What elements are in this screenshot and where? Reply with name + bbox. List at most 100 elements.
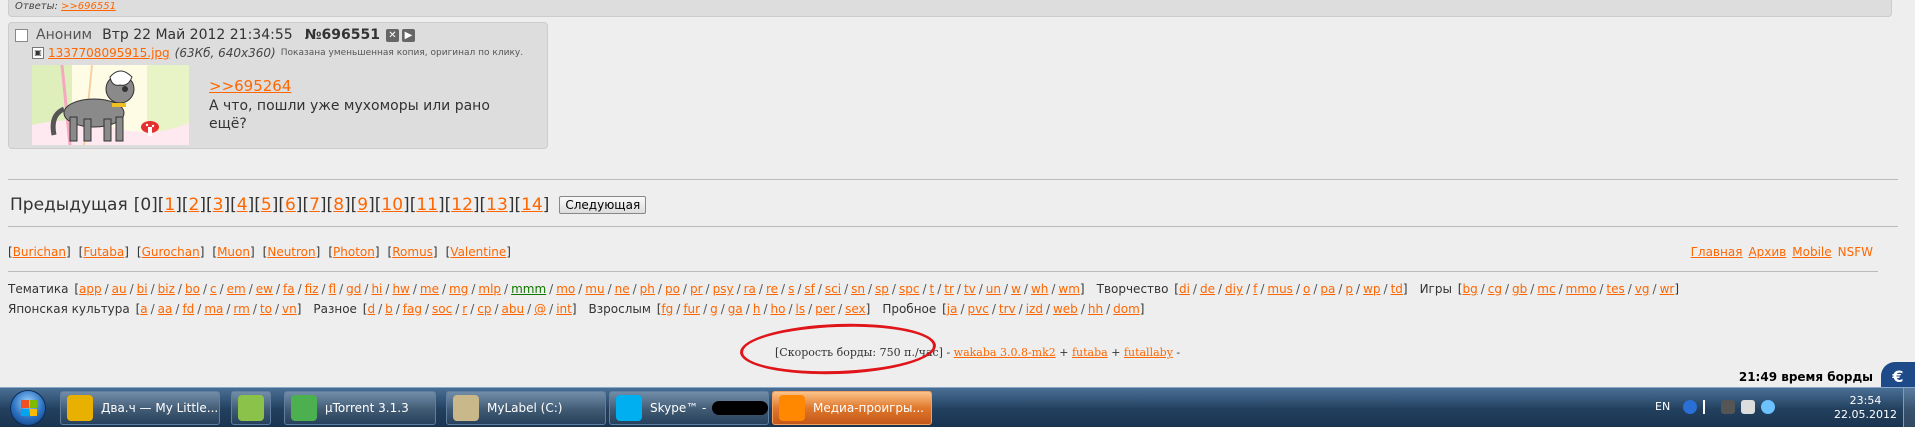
board-link[interactable]: a bbox=[140, 302, 147, 316]
board-link[interactable]: td bbox=[1391, 282, 1403, 296]
board-link[interactable]: rm bbox=[233, 302, 249, 316]
board-link[interactable]: s bbox=[788, 282, 794, 296]
style-link[interactable]: Neutron bbox=[267, 245, 315, 259]
page-link[interactable]: 4 bbox=[237, 195, 248, 215]
board-link[interactable]: fd bbox=[182, 302, 194, 316]
page-link[interactable]: 3 bbox=[213, 195, 224, 215]
delete-icon[interactable]: ✕ bbox=[385, 28, 399, 42]
board-link[interactable]: me bbox=[420, 282, 439, 296]
page-link[interactable]: 11 bbox=[416, 195, 438, 215]
image-search-icon[interactable]: ▣ bbox=[32, 47, 44, 59]
taskbar-button[interactable]: Два.ч — My Little... bbox=[60, 391, 220, 425]
board-link[interactable]: biz bbox=[158, 282, 175, 296]
board-link[interactable]: fag bbox=[403, 302, 422, 316]
board-link[interactable]: ho bbox=[770, 302, 785, 316]
board-link[interactable]: po bbox=[665, 282, 680, 296]
board-link[interactable]: vn bbox=[282, 302, 297, 316]
style-link[interactable]: Gurochan bbox=[142, 245, 200, 259]
board-link[interactable]: dom bbox=[1113, 302, 1140, 316]
board-link[interactable]: fiz bbox=[305, 282, 319, 296]
page-link[interactable]: 13 bbox=[486, 195, 508, 215]
board-link[interactable]: fur bbox=[683, 302, 700, 316]
board-link[interactable]: ew bbox=[256, 282, 273, 296]
board-link[interactable]: t bbox=[929, 282, 934, 296]
board-link[interactable]: mc bbox=[1537, 282, 1555, 296]
style-link[interactable]: Burichan bbox=[13, 245, 66, 259]
board-link[interactable]: tv bbox=[964, 282, 976, 296]
futallaby-link[interactable]: futallaby bbox=[1124, 346, 1173, 359]
taskbar-button[interactable]: µTorrent 3.1.3 bbox=[284, 391, 436, 425]
show-desktop-button[interactable] bbox=[1903, 388, 1915, 427]
style-link[interactable]: Valentine bbox=[450, 245, 506, 259]
taskbar-button[interactable] bbox=[231, 391, 271, 425]
tray-arrow-icon[interactable] bbox=[1703, 400, 1713, 414]
board-link[interactable]: c bbox=[210, 282, 217, 296]
board-link[interactable]: o bbox=[1303, 282, 1310, 296]
board-link[interactable]: b bbox=[385, 302, 393, 316]
board-link[interactable]: w bbox=[1011, 282, 1021, 296]
board-link[interactable]: re bbox=[766, 282, 778, 296]
page-link[interactable]: 7 bbox=[309, 195, 320, 215]
page-link[interactable]: 10 bbox=[381, 195, 403, 215]
board-link[interactable]: bo bbox=[185, 282, 200, 296]
board-link[interactable]: ma bbox=[204, 302, 223, 316]
start-button[interactable] bbox=[4, 390, 54, 426]
board-link[interactable]: web bbox=[1053, 302, 1078, 316]
board-link[interactable]: ph bbox=[640, 282, 655, 296]
board-link[interactable]: vg bbox=[1635, 282, 1650, 296]
board-link[interactable]: mmm bbox=[511, 282, 546, 296]
board-link[interactable]: sf bbox=[804, 282, 814, 296]
taskbar-button[interactable]: Медиа-проигры... bbox=[772, 391, 932, 425]
taskbar-button[interactable]: Skype™ - bbox=[609, 391, 769, 425]
board-link[interactable]: abu bbox=[502, 302, 525, 316]
help-icon[interactable] bbox=[1683, 400, 1697, 414]
nav-link[interactable]: Mobile bbox=[1792, 245, 1831, 259]
board-link[interactable]: bi bbox=[137, 282, 148, 296]
page-link[interactable]: 1 bbox=[164, 195, 175, 215]
board-link[interactable]: g bbox=[710, 302, 718, 316]
file-link[interactable]: 1337708095915.jpg bbox=[48, 46, 170, 60]
network-icon[interactable] bbox=[1741, 400, 1755, 414]
board-link[interactable]: de bbox=[1200, 282, 1215, 296]
board-link[interactable]: au bbox=[112, 282, 127, 296]
board-link[interactable]: wh bbox=[1031, 282, 1048, 296]
board-link[interactable]: soc bbox=[432, 302, 452, 316]
board-link[interactable]: trv bbox=[999, 302, 1016, 316]
board-link[interactable]: em bbox=[227, 282, 246, 296]
nav-link[interactable]: NSFW bbox=[1838, 245, 1873, 259]
board-link[interactable]: pvc bbox=[968, 302, 989, 316]
board-link[interactable]: tr bbox=[944, 282, 954, 296]
board-link[interactable]: aa bbox=[158, 302, 173, 316]
board-link[interactable]: bg bbox=[1462, 282, 1477, 296]
board-link[interactable]: ne bbox=[615, 282, 630, 296]
board-link[interactable]: cg bbox=[1488, 282, 1502, 296]
board-link[interactable]: mo bbox=[556, 282, 575, 296]
board-link[interactable]: diy bbox=[1225, 282, 1243, 296]
board-link[interactable]: un bbox=[986, 282, 1001, 296]
reply-link[interactable]: >>695264 bbox=[209, 77, 529, 95]
wakaba-link[interactable]: wakaba 3.0.8-mk2 bbox=[954, 346, 1056, 359]
language-indicator[interactable]: EN bbox=[1655, 400, 1670, 413]
post-checkbox[interactable] bbox=[15, 28, 28, 42]
post-number[interactable]: №696551 bbox=[305, 27, 380, 43]
board-link[interactable]: r bbox=[462, 302, 467, 316]
board-link[interactable]: mu bbox=[585, 282, 604, 296]
board-link[interactable]: d bbox=[367, 302, 375, 316]
board-link[interactable]: app bbox=[79, 282, 102, 296]
board-link[interactable]: pa bbox=[1320, 282, 1335, 296]
board-link[interactable]: spc bbox=[899, 282, 919, 296]
board-link[interactable]: gb bbox=[1512, 282, 1527, 296]
board-link[interactable]: fg bbox=[661, 302, 673, 316]
board-link[interactable]: p bbox=[1345, 282, 1353, 296]
board-link[interactable]: @ bbox=[534, 302, 546, 316]
board-link[interactable]: ga bbox=[728, 302, 743, 316]
nav-link[interactable]: Архив bbox=[1748, 245, 1786, 259]
board-link[interactable]: mus bbox=[1267, 282, 1293, 296]
board-link[interactable]: fa bbox=[283, 282, 295, 296]
board-link[interactable]: ja bbox=[947, 302, 958, 316]
board-link[interactable]: sci bbox=[825, 282, 841, 296]
board-link[interactable]: pr bbox=[690, 282, 703, 296]
board-link[interactable]: h bbox=[753, 302, 761, 316]
page-link[interactable]: 14 bbox=[521, 195, 543, 215]
board-link[interactable]: wm bbox=[1058, 282, 1080, 296]
